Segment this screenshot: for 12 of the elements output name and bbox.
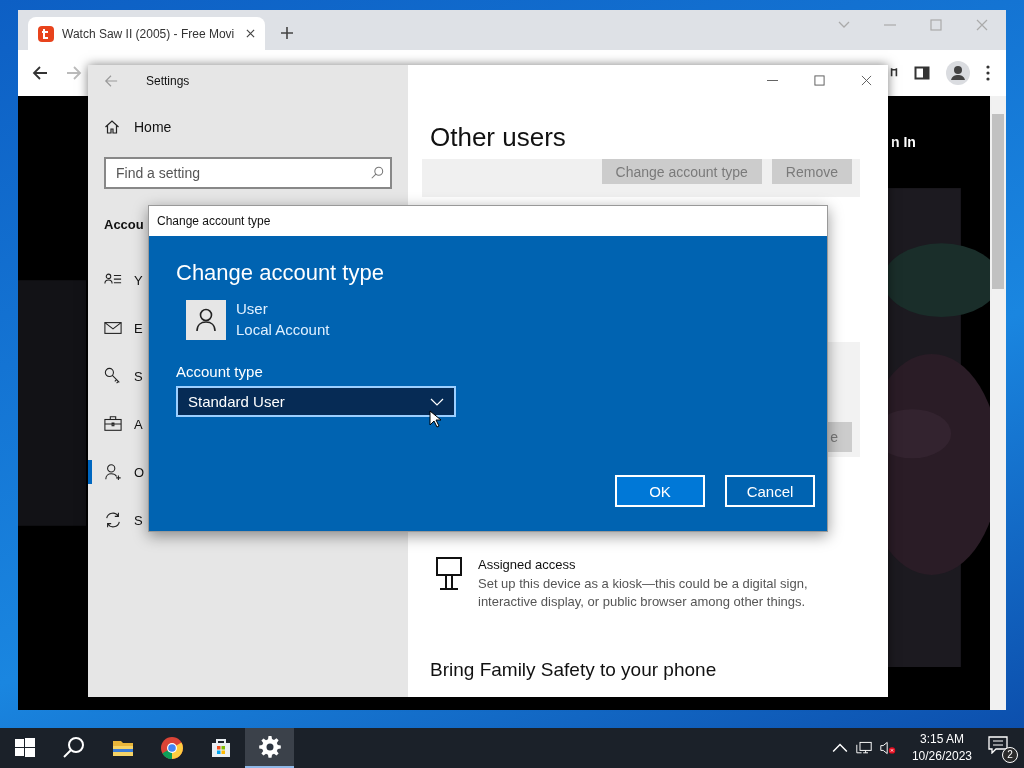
dialog-heading: Change account type <box>176 260 385 286</box>
page-heading: Other users <box>430 122 567 153</box>
account-kind: Local Account <box>236 321 330 338</box>
setting-description: Set up this device as a kiosk—this could be a digital sign, interactive display, or public browser among other things. <box>478 575 809 611</box>
section-heading: Bring Family Safety to your phone <box>430 659 718 681</box>
tab-title: Watch Saw II (2005) - Free Movi <box>62 26 236 41</box>
user-name: User <box>236 300 269 317</box>
field-label: Account type <box>176 363 264 380</box>
dialog-title: Change account type <box>157 214 271 228</box>
window-title: Settings <box>146 74 190 88</box>
notification-count: 2 <box>1002 747 1018 763</box>
section-title: Accou <box>104 217 144 232</box>
